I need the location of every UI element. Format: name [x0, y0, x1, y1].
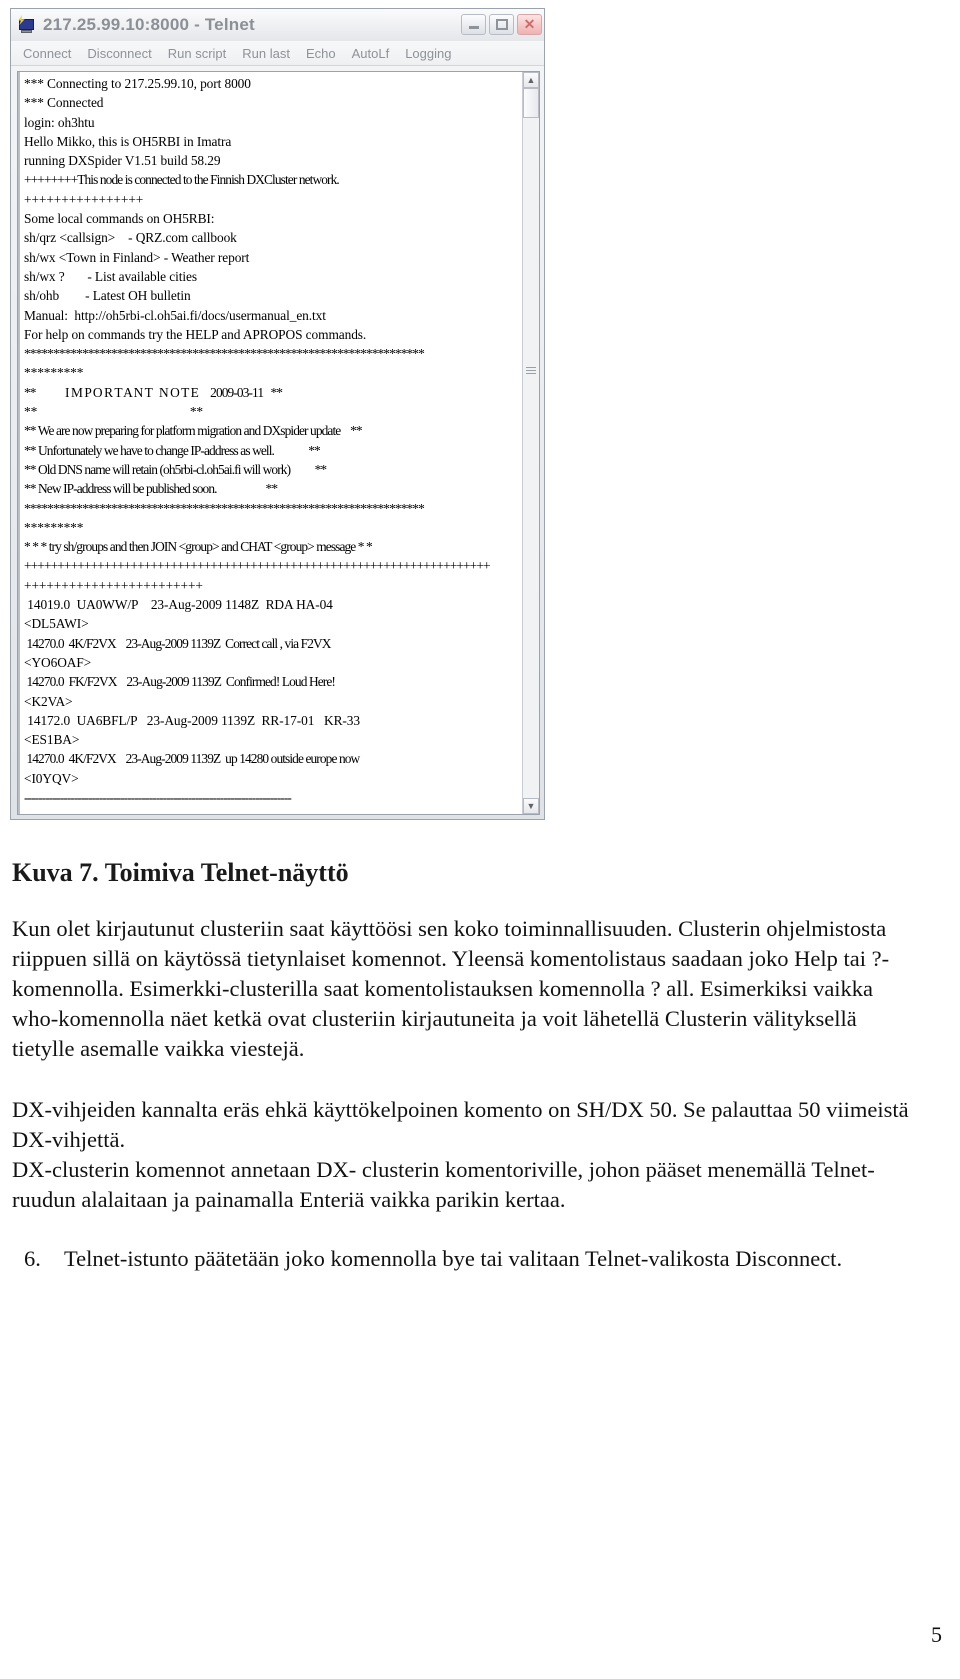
terminal-line: ** Unfortunately we have to change IP-ad…: [24, 442, 321, 458]
scroll-down-button[interactable]: ▼: [523, 798, 539, 814]
terminal-line: ****************************************…: [24, 346, 425, 362]
terminal-output-area[interactable]: *** Connecting to 217.25.99.10, port 800…: [17, 71, 540, 815]
scroll-up-button[interactable]: ▲: [523, 72, 539, 88]
terminal-line: ** Old DNS name will retain (oh5rbi-cl.o…: [24, 461, 327, 477]
telnet-window: 217.25.99.10:8000 - Telnet ✕ Connect Dis…: [10, 8, 545, 820]
terminal-line: sh/ohb - Latest OH bulletin: [24, 288, 191, 304]
terminal-line: <K2VA>: [24, 693, 73, 709]
terminal-line: 14270.0 4K/F2VX 23-Aug-2009 1139Z Correc…: [24, 635, 331, 651]
terminal-line: ++++++++This node is connected to the Fi…: [24, 172, 340, 188]
maximize-button[interactable]: [489, 14, 514, 35]
terminal-line: 14270.0 FK/F2VX 23-Aug-2009 1139Z Confir…: [24, 674, 335, 690]
terminal-line: <ES1BA>: [24, 732, 80, 748]
telnet-computer-icon: [17, 15, 37, 35]
page-number: 5: [931, 1622, 942, 1647]
terminal-line: login: oh3htu: [24, 114, 95, 130]
terminal-line: ** **: [24, 404, 204, 420]
menu-item-disconnect[interactable]: Disconnect: [87, 46, 151, 61]
paragraph-1: Kun olet kirjautunut clusteriin saat käy…: [12, 916, 890, 1061]
terminal-line: ++++++++++++++++++++++++++++++++++++++++…: [24, 558, 491, 574]
window-menubar: Connect Disconnect Run script Run last E…: [11, 41, 544, 66]
terminal-line: <I0YQV>: [24, 770, 79, 786]
scrollbar-marker: [526, 367, 536, 374]
menu-item-autolf[interactable]: AutoLf: [352, 46, 390, 61]
terminal-line: Hello Mikko, this is OH5RBI in Imatra: [24, 133, 232, 149]
terminal-line: <DL5AWI>: [24, 616, 89, 632]
close-icon: ✕: [523, 16, 536, 32]
paragraph-3: DX-clusterin komennot annetaan DX- clust…: [12, 1157, 875, 1212]
terminal-line: sh/qrz <callsign> - QRZ.com callbook: [24, 230, 237, 246]
terminal-line: Some local commands on OH5RBI:: [24, 211, 215, 227]
terminal-line: sh/wx ? - List available cities: [24, 268, 197, 284]
minimize-button[interactable]: [461, 14, 486, 35]
terminal-line: * * * try sh/groups and then JOIN <group…: [24, 539, 373, 555]
terminal-line: *** Connected: [24, 95, 104, 111]
list-item-text: Telnet-istunto päätetään joko komennolla…: [64, 1246, 843, 1271]
terminal-line: ****************************************…: [24, 500, 425, 516]
scrollbar-thumb[interactable]: [523, 88, 539, 118]
terminal-line: 14270.0 4K/F2VX 23-Aug-2009 1139Z up 142…: [24, 751, 360, 767]
menu-item-echo[interactable]: Echo: [306, 46, 336, 61]
menu-item-run-last[interactable]: Run last: [242, 46, 290, 61]
menu-item-run-script[interactable]: Run script: [168, 46, 227, 61]
terminal-line: running DXSpider V1.51 build 58.29: [24, 153, 221, 169]
terminal-line: ** New IP-address will be published soon…: [24, 481, 278, 497]
terminal-text: *** Connecting to 217.25.99.10, port 800…: [18, 72, 522, 814]
terminal-line: *********: [24, 365, 84, 381]
terminal-line: *** Connecting to 217.25.99.10, port 800…: [24, 76, 251, 91]
terminal-line: ** I M P O R T A N T N O T E 2009-03-11 …: [24, 384, 283, 400]
close-button[interactable]: ✕: [517, 14, 542, 35]
terminal-line: Manual: http://oh5rbi-cl.oh5ai.fi/docs/u…: [24, 307, 326, 323]
list-item: 6. Telnet-istunto päätetään joko komenno…: [12, 1244, 912, 1274]
list-item-number: 6.: [24, 1246, 41, 1271]
terminal-line: *********: [24, 519, 84, 535]
terminal-line: <YO6OAF>: [24, 654, 92, 670]
window-controls: ✕: [461, 14, 542, 35]
figure-caption: Kuva 7. Toimiva Telnet-näyttö: [12, 858, 349, 887]
menu-item-connect[interactable]: Connect: [23, 46, 71, 61]
terminal-line: sh/wx <Town in Finland> - Weather report: [24, 249, 250, 265]
terminal-line: For help on commands try the HELP and AP…: [24, 326, 367, 342]
terminal-scrollbar[interactable]: ▲ ▼: [522, 72, 539, 814]
terminal-line: 14172.0 UA6BFL/P 23-Aug-2009 1139Z RR-17…: [24, 712, 360, 728]
window-title: 217.25.99.10:8000 - Telnet: [43, 15, 255, 34]
maximize-icon: [496, 19, 508, 30]
minimize-icon: [469, 26, 479, 29]
terminal-line: ** We are now preparing for platform mig…: [24, 423, 363, 439]
terminal-line: ----------------------------------------…: [24, 789, 292, 805]
window-titlebar: 217.25.99.10:8000 - Telnet ✕: [11, 9, 544, 41]
terminal-line: ++++++++++++++++++++++++: [24, 577, 203, 593]
terminal-line: 14019.0 UA0WW/P 23-Aug-2009 1148Z RDA HA…: [24, 597, 333, 613]
paragraph-2: DX-vihjeiden kannalta eräs ehkä käyttöke…: [12, 1097, 909, 1152]
menu-item-logging[interactable]: Logging: [405, 46, 451, 61]
terminal-line: ++++++++++++++++: [24, 191, 144, 207]
